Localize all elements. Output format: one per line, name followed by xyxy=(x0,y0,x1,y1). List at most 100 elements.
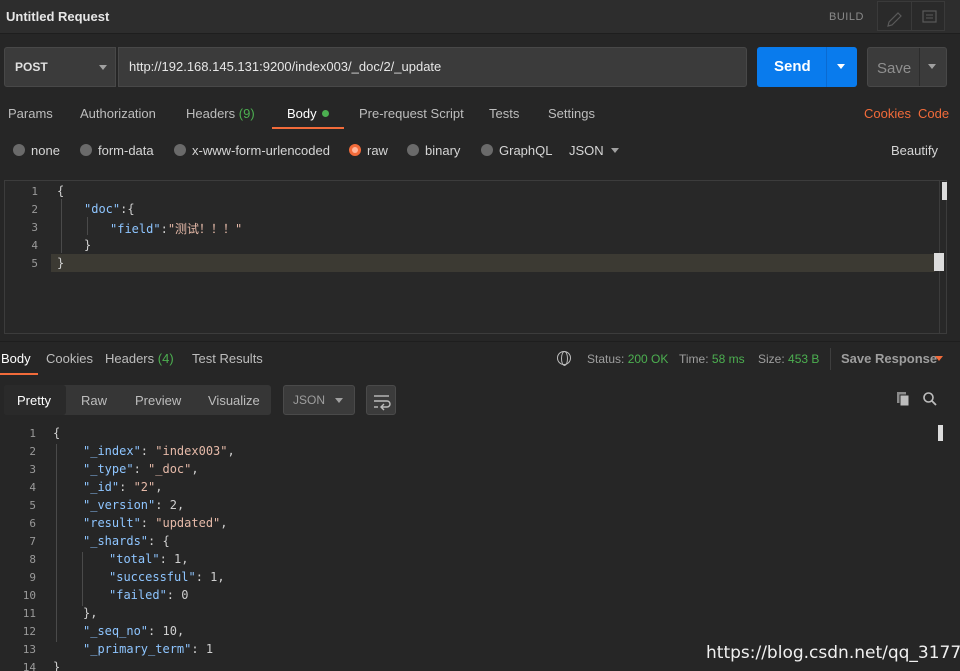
view-preview-button[interactable]: Preview xyxy=(135,393,181,408)
radio-raw[interactable] xyxy=(349,144,361,156)
view-raw-button[interactable]: Raw xyxy=(81,393,107,408)
code-line: "failed": 0 xyxy=(109,588,189,602)
send-button[interactable]: Send xyxy=(757,47,857,87)
code-line: "_seq_no": 10, xyxy=(83,624,185,638)
tab-body-label: Body xyxy=(287,106,317,121)
code-line: "_type": "_doc", xyxy=(83,462,199,476)
line-number: 5 xyxy=(29,499,36,512)
line-number: 4 xyxy=(31,239,38,252)
save-response-button[interactable]: Save Response xyxy=(841,351,937,366)
size-meta[interactable]: Size: 453 B xyxy=(758,352,819,366)
response-tab-headers-label: Headers xyxy=(105,351,155,366)
code-line: } xyxy=(57,256,65,270)
line-number: 6 xyxy=(29,517,36,530)
response-body-viewer[interactable]: 1 2 3 4 5 6 7 8 9 10 11 12 13 14 { "_ind… xyxy=(0,420,960,671)
globe-icon[interactable] xyxy=(557,351,571,366)
tab-prerequest-script[interactable]: Pre-request Script xyxy=(359,106,464,121)
size-value: 453 B xyxy=(788,352,820,366)
line-number: 13 xyxy=(22,643,36,656)
save-divider xyxy=(919,48,920,86)
indent-guide xyxy=(56,444,57,642)
tab-authorization[interactable]: Authorization xyxy=(80,106,156,121)
radio-none[interactable] xyxy=(13,144,25,156)
request-title[interactable]: Untitled Request xyxy=(6,9,109,24)
url-input[interactable] xyxy=(129,59,729,74)
pane-divider[interactable] xyxy=(0,341,960,342)
line-number: 5 xyxy=(31,257,38,270)
indent-guide xyxy=(61,199,62,253)
wrap-lines-button[interactable] xyxy=(366,385,396,415)
url-field[interactable] xyxy=(118,47,747,87)
method-select[interactable]: POST xyxy=(4,47,116,87)
code-line: { xyxy=(53,426,61,440)
active-line-highlight xyxy=(51,254,935,272)
body-format-select[interactable]: JSON xyxy=(569,143,604,158)
line-number: 8 xyxy=(29,553,36,566)
radio-binary[interactable] xyxy=(407,144,419,156)
code-line: "successful": 1, xyxy=(109,570,225,584)
divider xyxy=(830,348,831,370)
line-number: 12 xyxy=(22,625,36,638)
beautify-button[interactable]: Beautify xyxy=(891,143,938,158)
radio-urlencoded[interactable] xyxy=(174,144,186,156)
code-line: "field":"测试！！！" xyxy=(110,222,243,236)
line-number: 2 xyxy=(31,203,38,216)
tab-settings[interactable]: Settings xyxy=(548,106,595,121)
line-number: 14 xyxy=(22,661,36,671)
code-line: }, xyxy=(83,606,98,620)
chevron-down-icon xyxy=(335,398,343,403)
scrollbar-thumb[interactable] xyxy=(938,425,943,441)
comments-button[interactable] xyxy=(911,1,945,31)
response-tab-body[interactable]: Body xyxy=(1,351,31,366)
tab-params[interactable]: Params xyxy=(8,106,53,121)
status-value: 200 OK xyxy=(627,352,669,366)
save-options-chevron-icon[interactable] xyxy=(928,64,936,69)
code-line: } xyxy=(84,238,92,252)
response-tab-test-results[interactable]: Test Results xyxy=(192,351,263,366)
radio-raw-label: raw xyxy=(367,143,388,158)
line-number: 11 xyxy=(22,607,36,620)
build-mode-label: BUILD xyxy=(829,11,864,23)
line-number: 1 xyxy=(29,427,36,440)
response-tab-headers[interactable]: Headers (4) xyxy=(105,351,174,366)
radio-graphql[interactable] xyxy=(481,144,493,156)
code-line: "_version": 2, xyxy=(83,498,185,512)
tab-tests[interactable]: Tests xyxy=(489,106,519,121)
tab-headers-label: Headers xyxy=(186,106,236,121)
code-link[interactable]: Code xyxy=(918,106,949,121)
tab-headers[interactable]: Headers (9) xyxy=(186,106,255,121)
chevron-down-icon[interactable] xyxy=(611,148,619,153)
cookies-link[interactable]: Cookies xyxy=(864,106,911,121)
response-tab-cookies[interactable]: Cookies xyxy=(46,351,93,366)
save-button[interactable]: Save xyxy=(867,47,947,87)
copy-icon[interactable] xyxy=(895,391,911,407)
active-tab-indicator xyxy=(272,127,344,129)
code-line: "_id": "2", xyxy=(83,480,163,494)
status-meta: Status: 200 OK xyxy=(587,352,669,366)
scrollbar-thumb[interactable] xyxy=(942,182,947,200)
method-label: POST xyxy=(15,60,48,74)
radio-form-data[interactable] xyxy=(80,144,92,156)
send-options-chevron-icon[interactable] xyxy=(837,64,845,69)
chevron-down-icon[interactable] xyxy=(935,356,943,361)
view-visualize-button[interactable]: Visualize xyxy=(208,393,260,408)
chevron-down-icon xyxy=(99,65,107,70)
line-number: 3 xyxy=(31,221,38,234)
time-meta[interactable]: Time: 58 ms xyxy=(679,352,745,366)
tab-body[interactable]: Body xyxy=(287,106,329,121)
body-indicator-dot xyxy=(321,110,329,117)
response-format-select[interactable]: JSON xyxy=(283,385,355,415)
title-bar xyxy=(0,0,960,34)
edit-button[interactable] xyxy=(877,1,911,31)
search-icon[interactable] xyxy=(922,391,938,407)
radio-none-label: none xyxy=(31,143,60,158)
request-body-editor[interactable]: 1 2 3 4 5 { "doc":{ "field":"测试！！！" } } xyxy=(4,180,947,334)
line-number: 1 xyxy=(31,185,38,198)
line-number: 3 xyxy=(29,463,36,476)
code-line: "result": "updated", xyxy=(83,516,228,530)
code-line: "total": 1, xyxy=(109,552,189,566)
radio-graphql-label: GraphQL xyxy=(499,143,553,158)
indent-guide xyxy=(87,217,88,235)
indent-guide xyxy=(82,552,83,606)
view-pretty-button[interactable]: Pretty xyxy=(17,393,51,408)
